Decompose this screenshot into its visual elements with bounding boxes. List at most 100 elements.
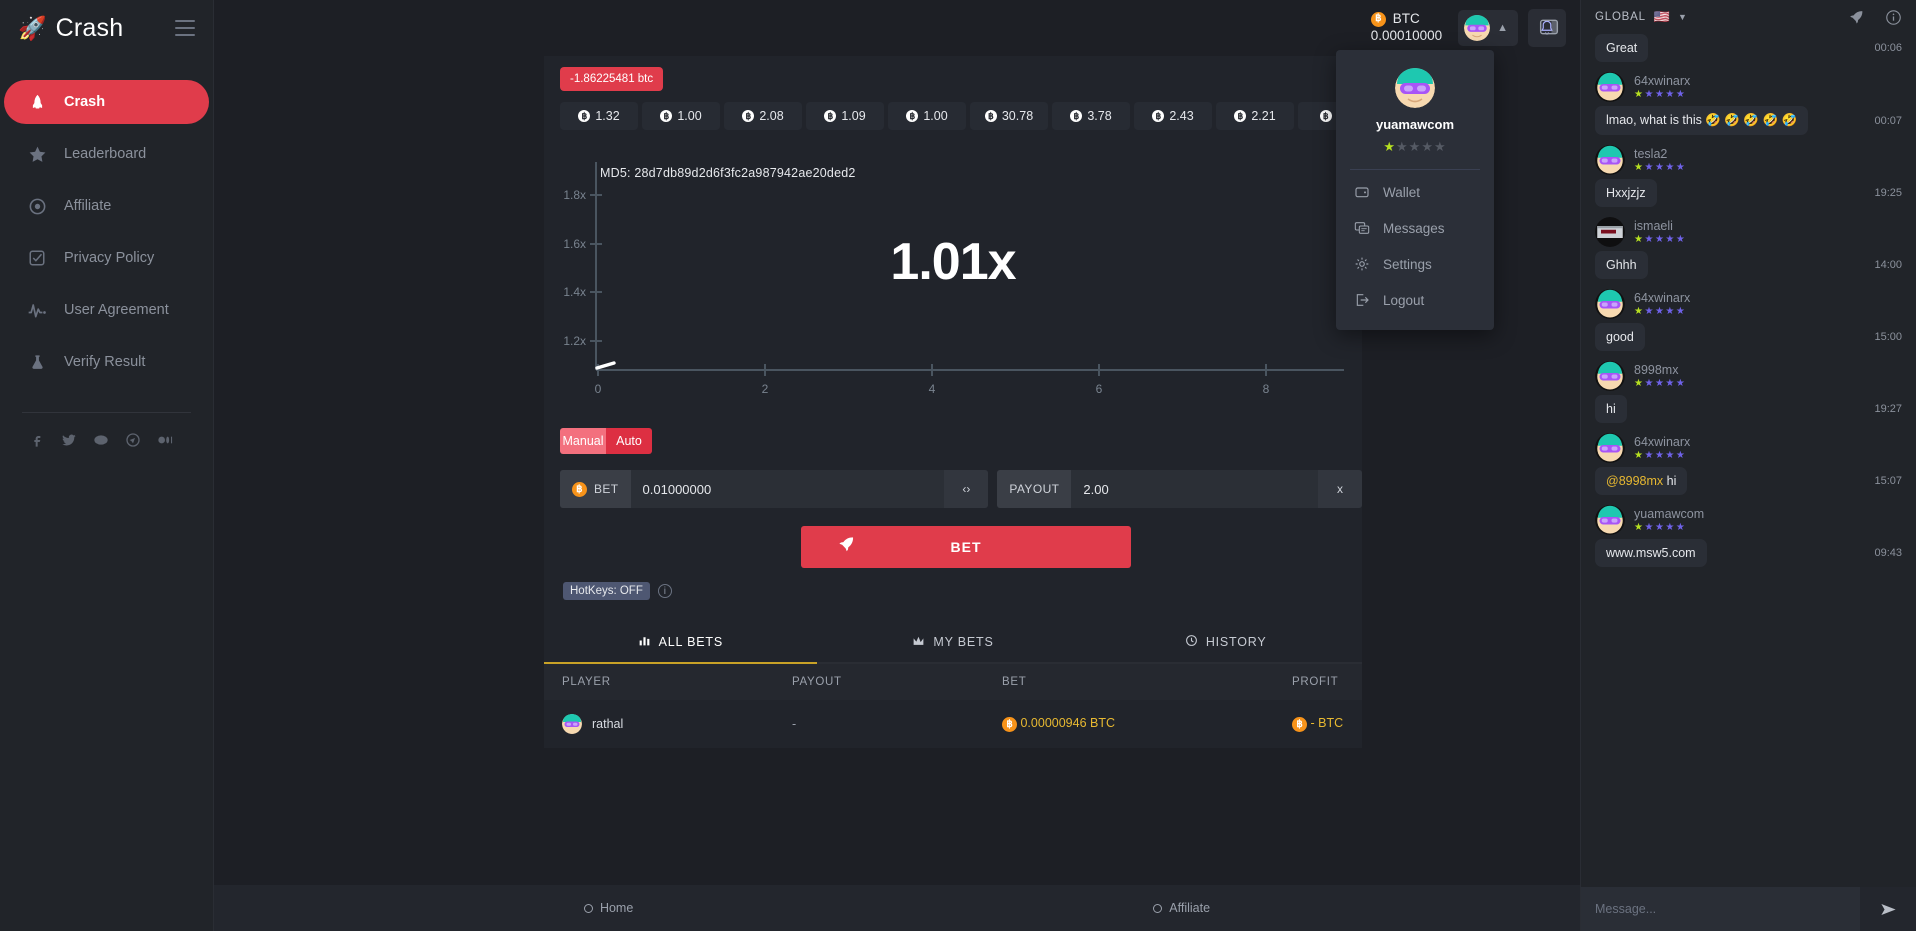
user-menu-item-settings[interactable]: Settings: [1336, 246, 1494, 282]
discord-icon[interactable]: [92, 431, 110, 449]
history-chip[interactable]: ฿2.43: [1134, 102, 1212, 130]
bet-amount-input[interactable]: [631, 470, 945, 508]
user-avatar-button[interactable]: ▲: [1458, 10, 1518, 46]
sidebar-item-label: Privacy Policy: [64, 250, 154, 266]
sidebar-item-user-agreement[interactable]: User Agreement: [4, 288, 209, 332]
avatar-icon[interactable]: [1595, 145, 1625, 175]
us-flag-icon[interactable]: 🇺🇸: [1654, 9, 1670, 25]
sidebar-item-privacy-policy[interactable]: Privacy Policy: [4, 236, 209, 280]
chat-username[interactable]: 64xwinarx: [1634, 74, 1690, 88]
chat-username[interactable]: tesla2: [1634, 147, 1686, 161]
mode-auto-tab[interactable]: Auto: [606, 428, 652, 454]
chat-messages[interactable]: Great 00:06 64xwinarx ★★★★★: [1581, 34, 1916, 887]
column-header-profit: PROFIT: [1274, 664, 1362, 700]
btc-coin-icon: ฿: [1002, 717, 1017, 732]
chat-mention[interactable]: @8998mx: [1606, 474, 1663, 488]
history-chip[interactable]: ฿30.78: [970, 102, 1048, 130]
chat-time: 09:43: [1866, 547, 1902, 559]
hotkeys-row: HotKeys: OFF i: [563, 582, 1362, 600]
sidebar-item-crash[interactable]: Crash: [4, 80, 209, 124]
chat-bubble: Great: [1595, 34, 1648, 62]
chat-message: yuamawcom ★★★★★ www.msw5.com 09:43: [1595, 505, 1902, 567]
swap-icon[interactable]: ‹›: [944, 470, 988, 508]
hotkeys-toggle[interactable]: HotKeys: OFF: [563, 582, 650, 600]
sidebar-item-affiliate[interactable]: Affiliate: [4, 184, 209, 228]
sidebar-item-label: Crash: [64, 94, 105, 110]
user-menu-item-messages[interactable]: Messages: [1336, 210, 1494, 246]
history-chip[interactable]: ฿1.09: [806, 102, 884, 130]
column-header-player: PLAYER: [544, 664, 774, 700]
chat-header: GLOBAL 🇺🇸 ▼: [1581, 0, 1916, 34]
avatar-icon[interactable]: [1595, 289, 1625, 319]
user-menu-item-logout[interactable]: Logout: [1336, 282, 1494, 318]
y-tick-label: 1.8x: [563, 188, 586, 202]
footer-item-affiliate[interactable]: Affiliate: [1153, 901, 1210, 915]
hamburger-menu-icon[interactable]: [175, 20, 195, 36]
x-tick-label: 6: [1096, 382, 1103, 396]
chat-username[interactable]: 64xwinarx: [1634, 435, 1690, 449]
footer-item-home[interactable]: Home: [584, 901, 633, 915]
info-icon[interactable]: i: [658, 584, 672, 598]
chat-username[interactable]: ismaeli: [1634, 219, 1686, 233]
history-chip[interactable]: ฿1.00: [642, 102, 720, 130]
telegram-icon[interactable]: [124, 431, 142, 449]
md5-hash: MD5: 28d7db89d2d6f3fc2a987942ae20ded2: [600, 166, 856, 180]
session-profit-chip: -1.86225481 btc: [560, 67, 663, 91]
bet-button[interactable]: BET: [801, 526, 1131, 568]
chat-username[interactable]: 64xwinarx: [1634, 291, 1690, 305]
chat-time: 15:00: [1866, 331, 1902, 343]
tab-label: MY BETS: [933, 635, 993, 649]
history-chip[interactable]: ฿3.78: [1052, 102, 1130, 130]
chat-username[interactable]: 8998mx: [1634, 363, 1686, 377]
avatar-icon[interactable]: [1595, 72, 1625, 102]
avatar-icon[interactable]: [1595, 505, 1625, 535]
user-menu-item-wallet[interactable]: Wallet: [1336, 174, 1494, 210]
chat-time: 15:07: [1866, 475, 1902, 487]
btc-coin-icon: ฿: [572, 482, 587, 497]
footer-label: Affiliate: [1169, 901, 1210, 915]
avatar-image-icon[interactable]: [1595, 217, 1625, 247]
multiplier-history: ฿1.32 ฿1.00 ฿2.08 ฿1.09 ฿1.00 ฿30.78 ฿3.…: [544, 102, 1362, 130]
chat-message-input[interactable]: [1581, 887, 1860, 931]
rocket-icon[interactable]: [1848, 9, 1865, 26]
panel-toggle-icon[interactable]: [1532, 12, 1566, 42]
tab-history[interactable]: HISTORY: [1089, 622, 1362, 662]
tab-my-bets[interactable]: MY BETS: [817, 622, 1090, 662]
history-chip[interactable]: ฿1.00: [888, 102, 966, 130]
user-menu-label: Wallet: [1383, 185, 1420, 200]
history-chip[interactable]: ฿1.32: [560, 102, 638, 130]
payout-input[interactable]: [1071, 470, 1318, 508]
chat-bubble: Ghhh: [1595, 251, 1648, 279]
table-row[interactable]: rathal - ฿ 0.00000946 BTC ฿ - BTC: [544, 700, 1362, 748]
avatar-icon[interactable]: [1595, 433, 1625, 463]
payout-clear-button[interactable]: x: [1318, 470, 1362, 508]
chat-username[interactable]: yuamawcom: [1634, 507, 1704, 521]
app-root: 🚀 Crash Crash Leaderboard Aff: [0, 0, 1916, 931]
medium-icon[interactable]: [156, 431, 174, 449]
rocket-icon: [26, 94, 48, 111]
tab-all-bets[interactable]: ALL BETS: [544, 622, 817, 664]
btc-coin-icon: ฿: [1320, 110, 1332, 122]
sidebar-item-leaderboard[interactable]: Leaderboard: [4, 132, 209, 176]
btc-coin-icon: ฿: [1371, 12, 1386, 27]
history-chip[interactable]: ฿2.21: [1216, 102, 1294, 130]
avatar-icon[interactable]: [1595, 361, 1625, 391]
y-tick-label: 1.2x: [563, 334, 586, 348]
chat-user-stars: ★★★★★: [1634, 378, 1686, 389]
clock-icon: [1185, 634, 1198, 650]
send-icon[interactable]: [1860, 887, 1916, 931]
user-menu-divider: [1350, 169, 1480, 170]
twitter-icon[interactable]: [60, 431, 78, 449]
user-menu-username: yuamawcom: [1336, 117, 1494, 132]
mode-manual-tab[interactable]: Manual: [560, 428, 606, 454]
current-multiplier: 1.01x: [544, 232, 1362, 292]
avatar-icon: [1464, 15, 1490, 41]
rocket-icon: [837, 535, 856, 559]
sidebar-item-verify-result[interactable]: Verify Result: [4, 340, 209, 384]
history-value: 1.00: [923, 109, 947, 123]
info-icon[interactable]: [1885, 9, 1902, 26]
history-chip[interactable]: ฿2.08: [724, 102, 802, 130]
facebook-icon[interactable]: [28, 431, 46, 449]
balance-display[interactable]: ฿ BTC 0.00010000: [1371, 11, 1442, 45]
chevron-down-icon[interactable]: ▼: [1678, 12, 1687, 22]
